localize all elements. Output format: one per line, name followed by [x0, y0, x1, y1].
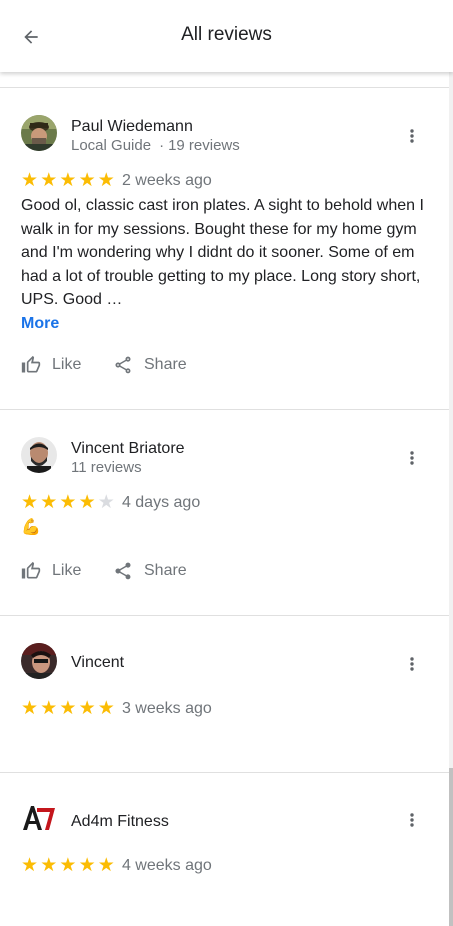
review-card: Vincent ★ ★ ★ ★ ★ 3 weeks ago [0, 616, 449, 772]
reviewer-meta: Local Guide · 19 reviews [71, 137, 240, 154]
star-rating: ★ ★ ★ ★ ★ 4 weeks ago [21, 856, 212, 876]
avatar[interactable] [21, 115, 57, 151]
star-icon: ★ [40, 698, 58, 719]
reviewer-name[interactable]: Vincent Briatore [71, 440, 185, 458]
reviewer-name[interactable]: Paul Wiedemann [71, 118, 193, 136]
star-icon: ★ [59, 170, 77, 191]
star-icon: ★ [97, 855, 115, 876]
share-icon [115, 356, 131, 374]
avatar[interactable] [21, 800, 57, 836]
avatar[interactable] [21, 437, 57, 473]
star-rating: ★ ★ ★ ★ ★ 2 weeks ago [21, 171, 212, 191]
star-icon: ★ [21, 698, 39, 719]
more-vert-icon [410, 657, 414, 671]
more-vert-icon [410, 813, 414, 827]
star-icon: ★ [40, 855, 58, 876]
more-vert-icon [410, 129, 414, 143]
share-label: Share [144, 562, 187, 579]
like-label: Like [52, 562, 82, 579]
review-date: 3 weeks ago [121, 700, 212, 717]
reviewer-name[interactable]: Ad4m Fitness [71, 813, 169, 831]
app-bar: All reviews [0, 0, 453, 72]
star-rating: ★ ★ ★ ★ ★ 4 days ago [21, 493, 200, 513]
review-card: Vincent Briatore 11 reviews ★ ★ ★ ★ ★ 4 days… [0, 410, 449, 615]
page-title: All reviews [181, 24, 272, 45]
review-date: 4 weeks ago [121, 857, 212, 874]
local-guide-badge: Local Guide [71, 137, 152, 154]
thumb-up-icon [21, 561, 41, 579]
avatar[interactable] [21, 643, 57, 679]
like-button[interactable]: Like [21, 355, 81, 375]
more-options-button[interactable] [400, 124, 424, 148]
more-options-button[interactable] [400, 808, 424, 832]
reviewer-meta: 11 reviews [71, 459, 142, 476]
star-icon: ★ [78, 492, 96, 513]
like-button[interactable]: Like [21, 561, 81, 581]
star-icon: ★ [59, 698, 77, 719]
star-icon: ★ [21, 170, 39, 191]
scrollbar-thumb[interactable] [449, 768, 453, 926]
star-icon: ★ [78, 170, 96, 191]
review-count: 19 reviews [168, 137, 240, 154]
more-options-button[interactable] [400, 652, 424, 676]
review-text: Good ol, classic cast iron plates. A sig… [21, 197, 424, 308]
more-options-button[interactable] [400, 446, 424, 470]
star-icon: ★ [59, 492, 77, 513]
review-date: 2 weeks ago [121, 172, 212, 189]
review-date: 4 days ago [121, 494, 201, 511]
share-icon [115, 562, 131, 580]
star-empty-icon: ★ [97, 492, 115, 513]
share-button[interactable]: Share [113, 561, 187, 581]
review-text: 💪 [21, 519, 41, 536]
star-icon: ★ [40, 170, 58, 191]
star-icon: ★ [21, 855, 39, 876]
star-icon: ★ [78, 698, 96, 719]
star-icon: ★ [97, 698, 115, 719]
star-icon: ★ [40, 492, 58, 513]
more-link[interactable]: More [21, 315, 59, 333]
reviewer-name[interactable]: Vincent [71, 654, 124, 672]
like-label: Like [52, 356, 82, 373]
star-icon: ★ [59, 855, 77, 876]
star-rating: ★ ★ ★ ★ ★ 3 weeks ago [21, 699, 212, 719]
review-card: Ad4m Fitness ★ ★ ★ ★ ★ 4 weeks ago [0, 773, 449, 926]
share-label: Share [144, 356, 187, 373]
more-vert-icon [410, 451, 414, 465]
star-icon: ★ [21, 492, 39, 513]
review-count: 11 reviews [71, 459, 142, 476]
thumb-up-icon [21, 355, 41, 373]
review-card: Paul Wiedemann Local Guide · 19 reviews ★ ★… [0, 88, 449, 409]
separator-dot: · [159, 137, 165, 154]
star-icon: ★ [97, 170, 115, 191]
star-icon: ★ [78, 855, 96, 876]
share-button[interactable]: Share [113, 355, 187, 375]
